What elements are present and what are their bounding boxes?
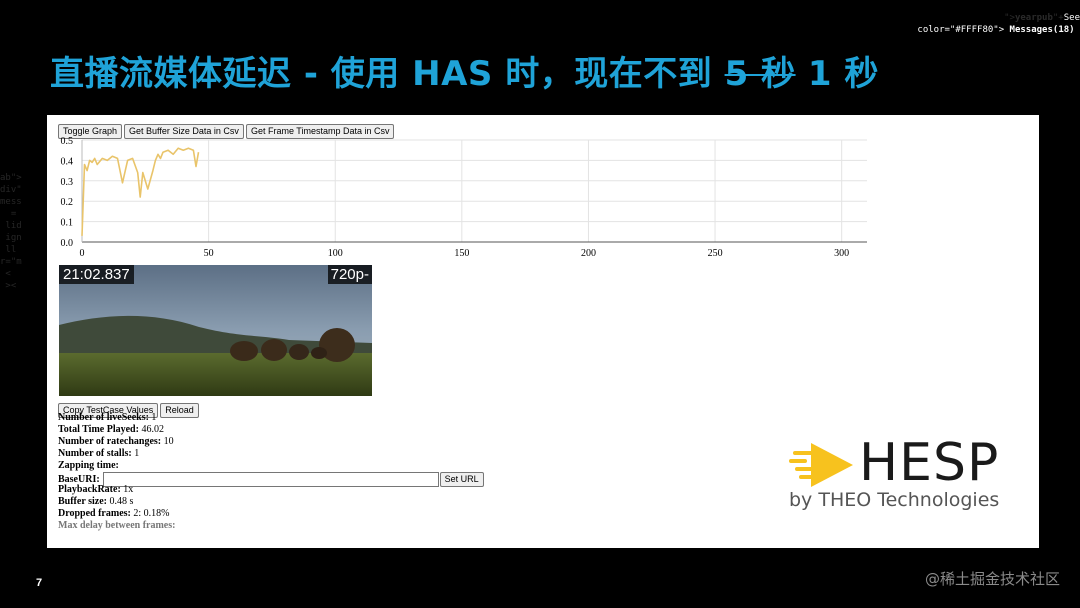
y-tick-label: 0.2 [61,197,74,208]
x-tick-label: 150 [454,248,469,259]
video-timestamp: 21:02.837 [59,265,134,284]
y-tick-label: 0.4 [61,156,74,167]
x-tick-label: 250 [708,248,723,259]
stat-ratechanges: Number of ratechanges: 10 [58,436,174,447]
stat-zapping: Zapping time: [58,460,119,471]
buffer-size-series-line [81,147,200,236]
video-frame-image [59,265,372,396]
buffer-size-chart: 0 50 100 150 200 250 300 0.0 0.1 0.2 0.3 0.4 0.5 [61,136,867,259]
y-tick-label: 0.1 [61,218,74,229]
stat-dropped-frames: Dropped frames: 2: 0.18% [58,508,170,519]
stat-time-played: Total Time Played: 46.02 [58,424,164,435]
video-resolution: 720p- [327,265,372,284]
x-tick-label: 0 [80,248,85,259]
slide-number: 7 [36,577,43,589]
set-url-button[interactable]: Set URL [439,472,484,487]
video-player[interactable]: 21:02.837 720p- [59,265,372,396]
stats-list: Number of liveSeeks: 1 Total Time Played… [58,412,486,532]
watermark: @稀土掘金技术社区 [924,570,1060,588]
stat-baseuri: BaseURI: Set URL [58,472,486,488]
slide-title: 直播流媒体延迟 - 使用 HAS 时，现在不到 5 秒 1 秒 [50,54,879,94]
y-tick-label: 0.3 [61,177,74,188]
title-strikethrough: 5 秒 [724,54,796,94]
x-tick-label: 50 [204,248,214,259]
x-tick-label: 300 [834,248,849,259]
stat-buffer-size: Buffer size: 0.48 s [58,496,134,507]
hesp-arrow-icon [789,443,853,487]
logo-subtitle: by THEO Technologies [789,489,1000,511]
code-background-left: ab"> div" mess = lid ign ll r="m < >< [0,173,22,291]
x-tick-label: 200 [581,248,596,259]
hesp-logo: HESP by THEO Technologies [789,433,1019,517]
x-tick-label: 100 [328,248,343,259]
y-tick-label: 0.5 [61,136,74,147]
y-tick-label: 0.0 [61,238,74,249]
screenshot-panel: Toggle Graph Get Buffer Size Data in Csv G… [47,115,1039,548]
logo-wordmark: HESP [859,433,1000,493]
stat-live-seeks: Number of liveSeeks: 1 [58,412,157,423]
stat-max-delay: Max delay between frames: [58,520,176,531]
stat-stalls: Number of stalls: 1 [58,448,140,459]
baseuri-input[interactable] [102,472,439,488]
